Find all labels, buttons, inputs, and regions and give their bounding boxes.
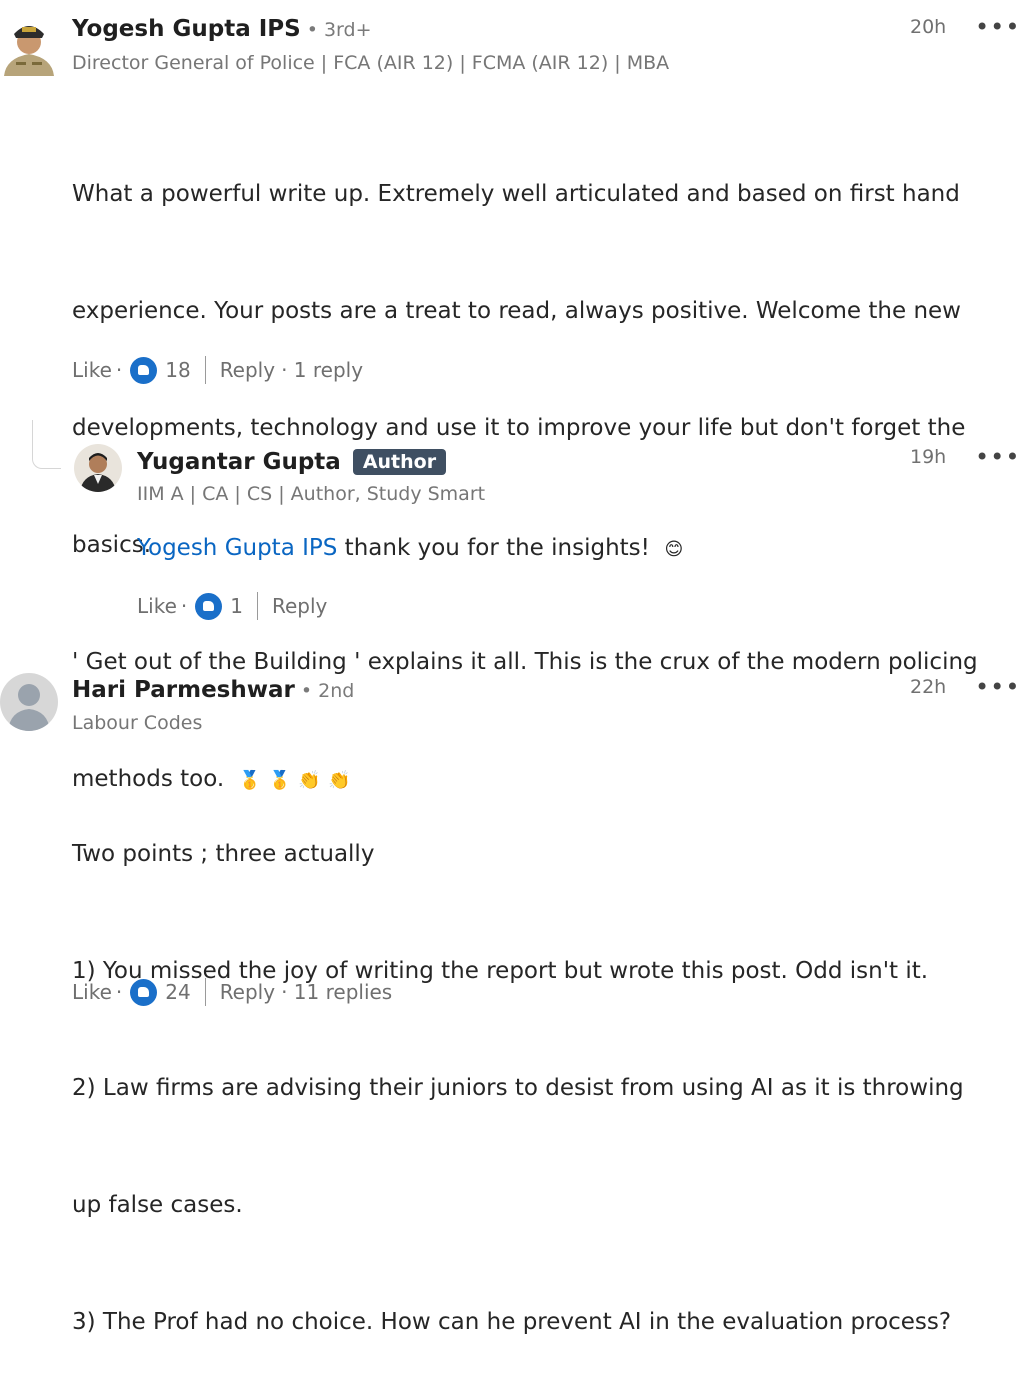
separator-dot: · <box>180 594 188 618</box>
avatar[interactable] <box>0 673 58 731</box>
profile-photo-author <box>74 444 122 492</box>
like-reaction-icon[interactable] <box>130 978 158 1006</box>
comment-line: What a powerful write up. Extremely well… <box>72 181 960 207</box>
connection-degree: • 3rd+ <box>306 19 372 41</box>
commenter-name[interactable]: Yogesh Gupta IPS <box>72 16 301 42</box>
more-options-icon[interactable]: ••• <box>975 15 1020 39</box>
reply-author-name[interactable]: Yugantar Gupta <box>137 449 341 475</box>
comment-line: 3) The Prof had no choice. How can he pr… <box>72 1309 952 1335</box>
like-reaction-icon[interactable] <box>195 592 223 620</box>
reply-button[interactable]: Reply <box>220 358 275 382</box>
comment-actions: Like · 18 Reply · 1 reply <box>72 356 363 384</box>
profile-photo-police-officer <box>2 14 56 76</box>
reaction-count[interactable]: 18 <box>165 358 190 382</box>
reply-body: Yogesh Gupta IPS thank you for the insig… <box>137 529 683 569</box>
comment-timestamp: 20h <box>910 16 947 38</box>
comment-line: Two points ; three actually <box>72 841 375 867</box>
replies-count-link[interactable]: · 1 reply <box>281 358 363 382</box>
connection-degree: • 2nd <box>300 680 355 702</box>
author-badge: Author <box>352 449 447 475</box>
smile-emoji-icon: 😊 <box>664 539 684 560</box>
thread-connector <box>32 420 61 469</box>
like-button[interactable]: Like <box>72 980 112 1004</box>
separator-dot: · <box>115 980 123 1004</box>
divider <box>204 978 206 1006</box>
divider <box>256 592 258 620</box>
reaction-count[interactable]: 1 <box>230 594 243 618</box>
divider <box>204 356 206 384</box>
default-avatar-icon <box>0 673 58 731</box>
commenter-name[interactable]: Hari Parmeshwar <box>72 677 295 703</box>
commenter-headline: Labour Codes <box>72 712 203 734</box>
reply-actions: Like · 1 Reply <box>137 592 327 620</box>
avatar[interactable] <box>74 444 122 492</box>
mention-link[interactable]: Yogesh Gupta IPS <box>137 535 337 561</box>
more-options-icon[interactable]: ••• <box>975 675 1020 699</box>
comment-line: up false cases. <box>72 1192 243 1218</box>
comment-line: 2) Law firms are advising their juniors … <box>72 1075 964 1101</box>
like-button[interactable]: Like <box>137 594 177 618</box>
like-reaction-icon[interactable] <box>130 356 158 384</box>
reply-button[interactable]: Reply <box>220 980 275 1004</box>
comment-line: developments, technology and use it to i… <box>72 415 966 441</box>
reply-timestamp: 19h <box>910 446 947 468</box>
avatar[interactable] <box>2 14 56 76</box>
comment-body: Two points ; three actually 1) You misse… <box>72 757 1022 1381</box>
more-options-icon[interactable]: ••• <box>975 445 1020 469</box>
reply-button[interactable]: Reply <box>272 594 327 618</box>
reply-text: thank you for the insights! <box>337 535 650 561</box>
comment-timestamp: 22h <box>910 676 947 698</box>
comment-actions: Like · 24 Reply · 11 replies <box>72 978 392 1006</box>
comment-line: experience. Your posts are a treat to re… <box>72 298 961 324</box>
separator-dot: · <box>115 358 123 382</box>
like-button[interactable]: Like <box>72 358 112 382</box>
reaction-count[interactable]: 24 <box>165 980 190 1004</box>
commenter-headline: Director General of Police | FCA (AIR 12… <box>72 52 670 74</box>
reply-author-headline: IIM A | CA | CS | Author, Study Smart <box>137 483 486 505</box>
replies-count-link[interactable]: · 11 replies <box>281 980 392 1004</box>
